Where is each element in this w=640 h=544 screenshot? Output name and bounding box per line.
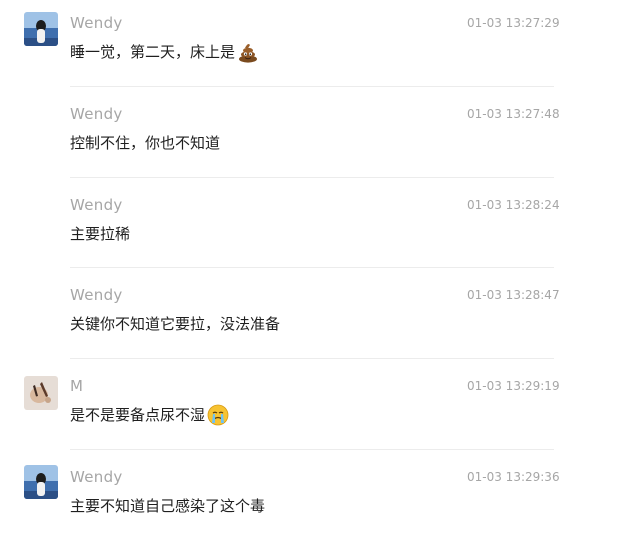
message-divider [70,86,554,87]
pile-of-poo-icon [237,41,259,63]
sender-name: Wendy [70,14,123,32]
message-content[interactable]: 主要拉稀 [70,222,130,246]
wendy-avatar[interactable] [24,465,58,499]
sender-name: Wendy [70,105,123,123]
message-divider [70,177,554,178]
message-content[interactable]: 睡一觉，第二天，床上是 [70,40,259,64]
sender-name: M [70,377,84,395]
message-timestamp: 01-03 13:27:29 [467,16,560,30]
message-timestamp: 01-03 13:29:19 [467,379,560,393]
m-avatar[interactable] [24,376,58,410]
message-content[interactable]: 控制不住，你也不知道 [70,131,220,155]
message-divider [70,358,554,359]
message-timestamp: 01-03 13:28:24 [467,198,560,212]
message-timestamp: 01-03 13:27:48 [467,107,560,121]
message-content[interactable]: 主要不知道自己感染了这个毒 [70,494,265,518]
wendy-avatar[interactable] [24,12,58,46]
message-content[interactable]: 是不是要备点尿不湿 [70,403,229,427]
message-content[interactable]: 关键你不知道它要拉，没法准备 [70,312,280,336]
message-text: 主要拉稀 [70,225,131,243]
chat-log: Wendy 01-03 13:27:29 睡一觉，第二天，床上是 Wendy 0… [0,0,640,544]
message-text: 是不是要备点尿不湿 [70,406,206,424]
message-divider [70,267,554,268]
sender-name: Wendy [70,468,123,486]
message-text: 主要不知道自己感染了这个毒 [70,497,266,515]
crying-face-icon [207,404,229,426]
sender-name: Wendy [70,196,123,214]
message-timestamp: 01-03 13:29:36 [467,470,560,484]
message-text: 控制不住，你也不知道 [70,134,221,152]
message-divider [70,449,554,450]
message-timestamp: 01-03 13:28:47 [467,288,560,302]
message-text: 睡一觉，第二天，床上是 [70,43,236,61]
message-text: 关键你不知道它要拉，没法准备 [70,315,281,333]
sender-name: Wendy [70,286,123,304]
